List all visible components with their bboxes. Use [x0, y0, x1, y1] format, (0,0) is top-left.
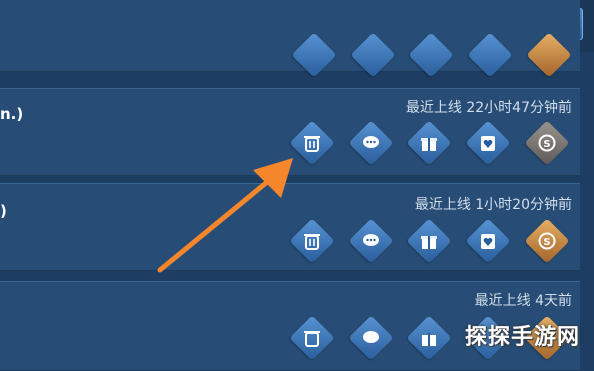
delete-friend-button[interactable] [289, 218, 335, 264]
chat-button[interactable] [348, 315, 394, 361]
intimacy-button[interactable] [467, 32, 513, 78]
chat-button[interactable] [348, 120, 394, 166]
coin-s-icon: S [538, 232, 556, 250]
watermark: 探探手游网 [464, 325, 580, 350]
friend-name: n.) [0, 105, 24, 123]
gift-icon [421, 138, 437, 151]
svg-text:S: S [543, 139, 550, 150]
chat-icon [363, 136, 379, 148]
gift-button[interactable] [406, 315, 452, 361]
coin-button[interactable]: S [524, 218, 570, 264]
friend-name: ) [0, 202, 7, 220]
chat-button[interactable] [350, 32, 396, 78]
intimacy-button[interactable] [465, 218, 511, 264]
last-online-text: 最近上线 1小时20分钟前 [414, 197, 572, 213]
friend-row: ) 最近上线 1小时20分钟前 S [0, 183, 580, 271]
coin-button[interactable]: S [524, 120, 570, 166]
heart-card-icon [481, 136, 495, 151]
chat-icon [363, 331, 379, 343]
trash-icon [304, 234, 320, 250]
heart-card-icon [481, 234, 495, 249]
trash-icon [304, 331, 320, 347]
gift-icon [421, 236, 437, 249]
delete-friend-button[interactable] [289, 120, 335, 166]
delete-friend-button[interactable] [291, 32, 337, 78]
gift-button[interactable] [408, 32, 454, 78]
delete-friend-button[interactable] [289, 315, 335, 361]
svg-text:S: S [543, 237, 550, 248]
friend-row: n.) 最近上线 22小时47分钟前 S [0, 88, 580, 176]
intimacy-button[interactable] [465, 120, 511, 166]
gift-icon [422, 333, 436, 346]
coin-s-icon: S [538, 134, 556, 152]
gift-button[interactable] [406, 218, 452, 264]
coin-button[interactable] [526, 32, 572, 78]
chat-icon [363, 234, 379, 246]
last-online-text: 最近上线 4天前 [474, 293, 572, 309]
last-online-text: 最近上线 22小时47分钟前 [405, 100, 572, 116]
gift-button[interactable] [406, 120, 452, 166]
trash-icon [304, 136, 320, 152]
chat-button[interactable] [348, 218, 394, 264]
friend-row [0, 0, 580, 78]
